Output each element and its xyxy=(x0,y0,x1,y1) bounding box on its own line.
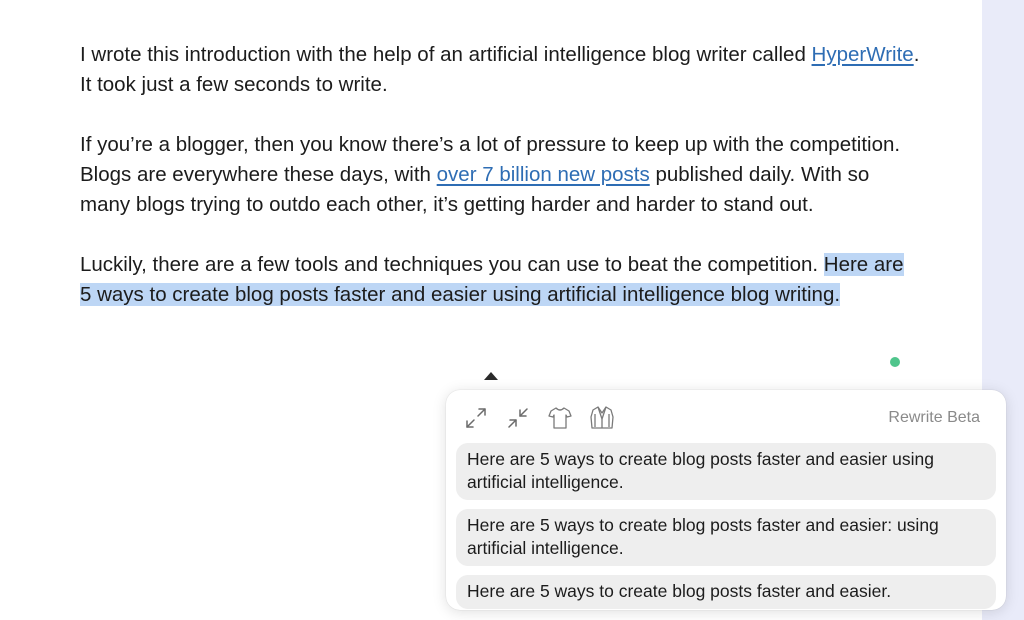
rewrite-toolbar xyxy=(462,404,616,432)
paragraph-luckily[interactable]: Luckily, there are a few tools and techn… xyxy=(80,250,920,310)
rewrite-popup: Rewrite Beta Here are 5 ways to create b… xyxy=(446,390,1006,610)
document-body[interactable]: I wrote this introduction with the help … xyxy=(80,40,920,340)
suggestion-list: Here are 5 ways to create blog posts fas… xyxy=(456,443,996,618)
popup-pointer-caret xyxy=(484,372,498,380)
posts-stat-link[interactable]: over 7 billion new posts xyxy=(437,163,650,186)
luckily-text: Luckily, there are a few tools and techn… xyxy=(80,253,824,276)
rewrite-title: Rewrite Beta xyxy=(888,409,980,426)
suggestion-item[interactable]: Here are 5 ways to create blog posts fas… xyxy=(456,443,996,500)
shorten-icon[interactable] xyxy=(504,404,532,432)
paragraph-blogger[interactable]: If you’re a blogger, then you know there… xyxy=(80,130,920,220)
casual-shirt-icon[interactable] xyxy=(546,404,574,432)
status-dot xyxy=(890,357,900,367)
paragraph-intro[interactable]: I wrote this introduction with the help … xyxy=(80,40,920,100)
expand-icon[interactable] xyxy=(462,404,490,432)
suggestion-item[interactable]: Here are 5 ways to create blog posts fas… xyxy=(456,509,996,566)
formal-jacket-icon[interactable] xyxy=(588,404,616,432)
intro-text-start: I wrote this introduction with the help … xyxy=(80,43,812,66)
hyperwrite-link[interactable]: HyperWrite xyxy=(812,43,914,66)
suggestion-item[interactable]: Here are 5 ways to create blog posts fas… xyxy=(456,575,996,609)
